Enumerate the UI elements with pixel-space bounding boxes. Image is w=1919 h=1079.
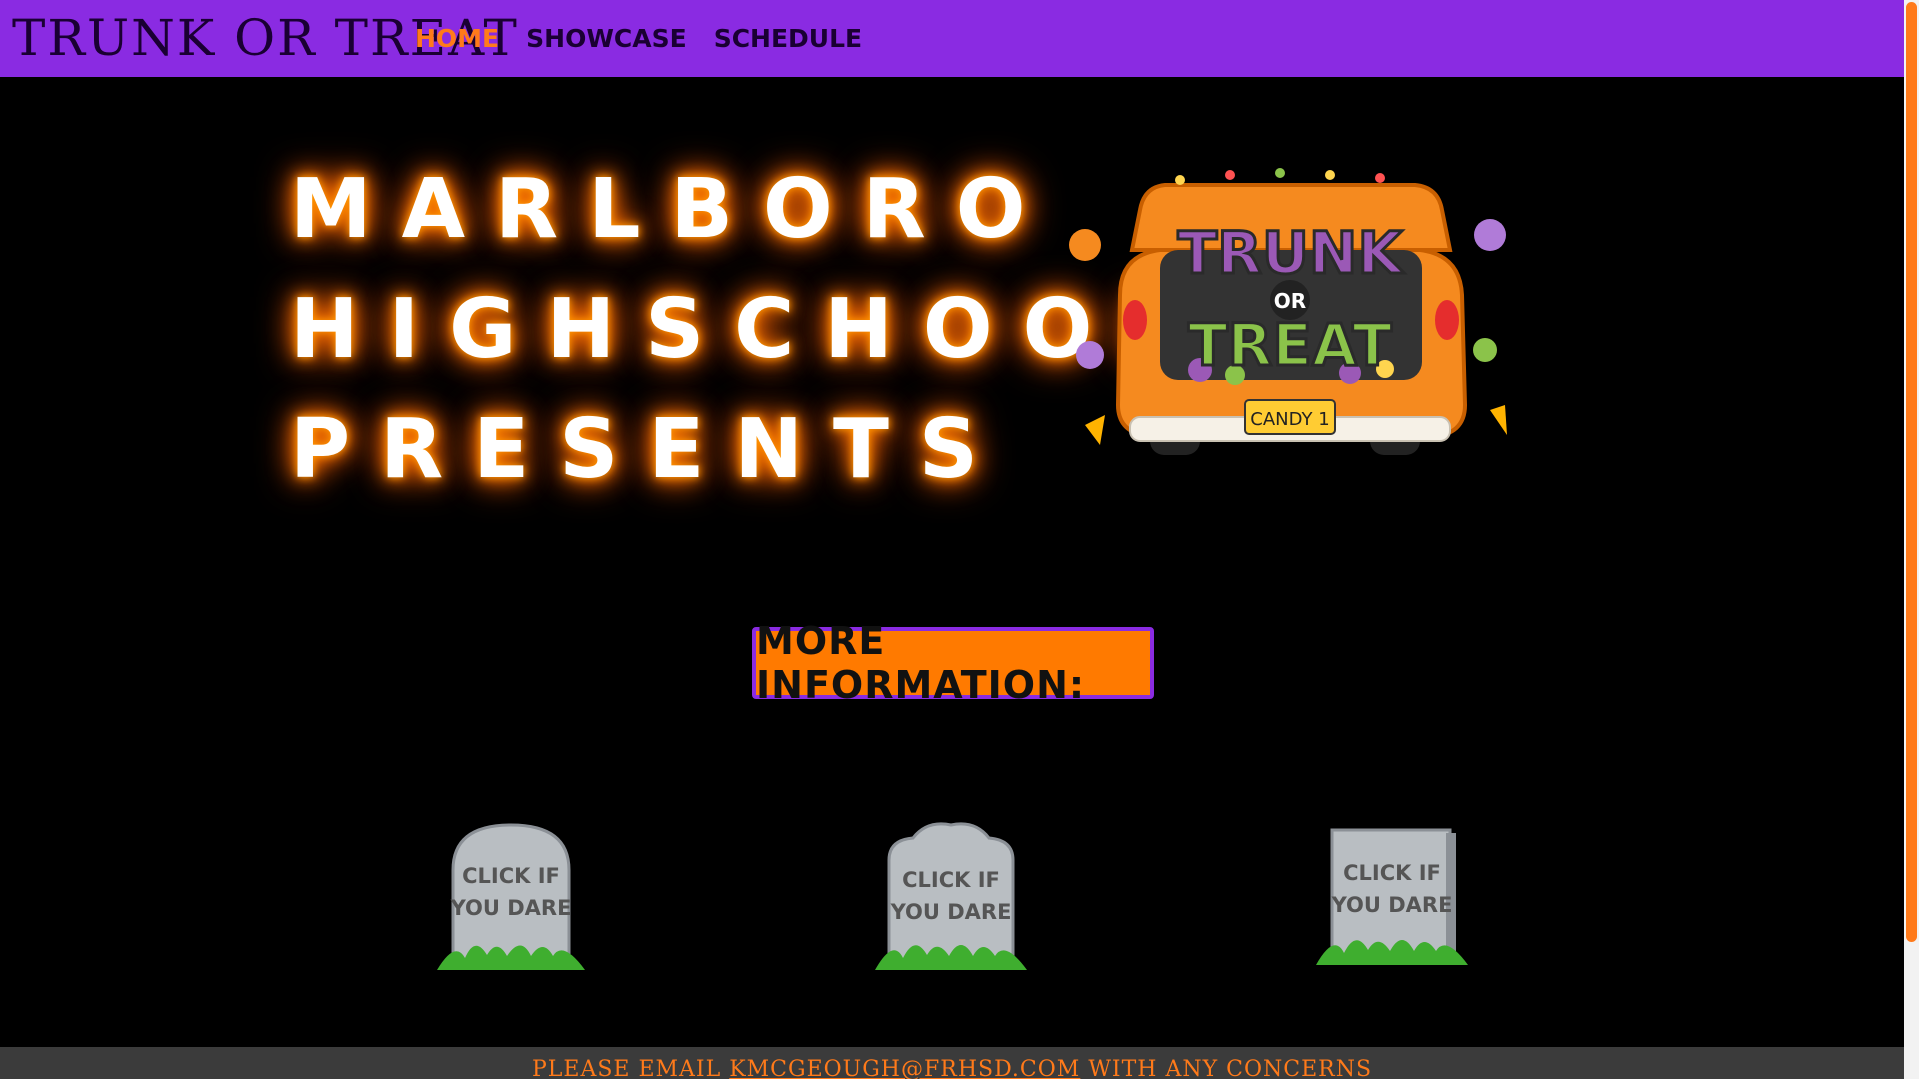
tombstone-line-1: CLICK IF bbox=[1343, 861, 1441, 885]
tombstone-line-1: CLICK IF bbox=[902, 868, 1000, 892]
footer-suffix: WITH ANY CONCERNS bbox=[1080, 1057, 1373, 1079]
top-nav-bar: TRUNK OR TREAT HOME SHOWCASE SCHEDULE bbox=[0, 0, 1904, 77]
tombstone-text-2: CLICK IF YOU DARE bbox=[875, 864, 1027, 928]
more-information-label: MORE INFORMATION: bbox=[756, 619, 1086, 707]
logo-word-or: OR bbox=[1274, 289, 1306, 313]
tombstone-link-2[interactable]: CLICK IF YOU DARE bbox=[875, 820, 1027, 970]
tombstone-line-2: YOU DARE bbox=[890, 900, 1012, 924]
main-nav: HOME SHOWCASE SCHEDULE bbox=[415, 22, 862, 56]
car-trunk-illustration: TRUNK OR TREAT CANDY 1 bbox=[1069, 168, 1507, 455]
logo-word-trunk: TRUNK bbox=[1178, 219, 1405, 287]
footer-text: PLEASE EMAIL KMCGEOUGH@FRHSD.COM WITH AN… bbox=[0, 1047, 1904, 1079]
footer-bar: PLEASE EMAIL KMCGEOUGH@FRHSD.COM WITH AN… bbox=[0, 1047, 1904, 1079]
tombstone-line-1: CLICK IF bbox=[462, 864, 560, 888]
logo-word-treat: TREAT bbox=[1188, 311, 1392, 379]
hero-line-2: HIGHSCHOOL bbox=[290, 282, 1205, 377]
more-information-button[interactable]: MORE INFORMATION: bbox=[752, 619, 1154, 707]
tombstone-text-3: CLICK IF YOU DARE bbox=[1316, 857, 1468, 921]
page-scrollbar[interactable] bbox=[1904, 0, 1919, 1079]
nav-link-schedule[interactable]: SCHEDULE bbox=[714, 22, 862, 56]
hero-line-1: MARLBORO bbox=[290, 162, 1056, 257]
nav-link-showcase[interactable]: SHOWCASE bbox=[526, 22, 687, 56]
license-plate: CANDY 1 bbox=[1250, 409, 1329, 430]
tombstone-link-3[interactable]: CLICK IF YOU DARE bbox=[1316, 825, 1468, 965]
nav-link-home[interactable]: HOME bbox=[415, 22, 499, 56]
tombstone-link-1[interactable]: CLICK IF YOU DARE bbox=[435, 820, 587, 970]
contact-email-link[interactable]: KMCGEOUGH@FRHSD.COM bbox=[729, 1057, 1080, 1079]
tombstone-text-1: CLICK IF YOU DARE bbox=[435, 860, 587, 924]
hero-line-3: PRESENTS bbox=[290, 402, 1008, 497]
scrollbar-thumb[interactable] bbox=[1906, 2, 1917, 942]
footer-prefix: PLEASE EMAIL bbox=[531, 1057, 730, 1079]
hero-title: MARLBORO HIGHSCHOOL PRESENTS bbox=[290, 150, 1205, 510]
tombstone-line-2: YOU DARE bbox=[450, 896, 572, 920]
tombstone-line-2: YOU DARE bbox=[1331, 893, 1453, 917]
trunk-or-treat-logo: TRUNK OR TREAT CANDY 1 bbox=[1060, 155, 1520, 505]
